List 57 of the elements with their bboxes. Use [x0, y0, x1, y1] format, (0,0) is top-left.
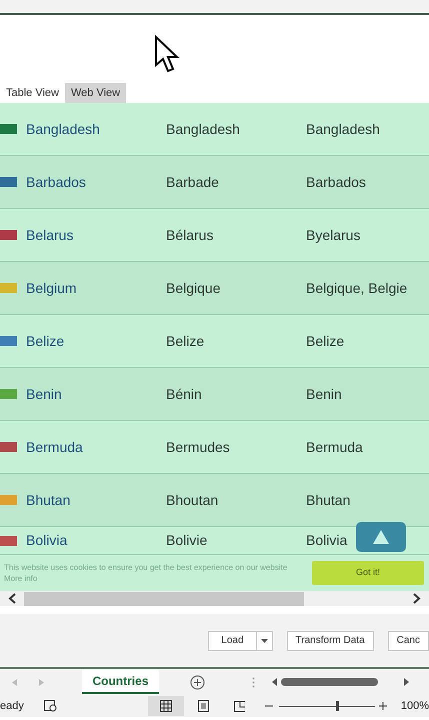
grid-icon [160, 700, 172, 712]
table-cell-text: Bolivie [166, 531, 208, 550]
dialog-button[interactable]: Transform Data [286, 630, 374, 650]
table-cell-text: Bangladesh [166, 120, 241, 139]
table-cell-text: Barbados [306, 172, 366, 192]
zoom-in-icon[interactable] [378, 702, 387, 710]
page-break-icon[interactable] [234, 700, 246, 712]
scroll-to-top-button[interactable] [356, 522, 406, 552]
more-dots-icon[interactable] [252, 676, 255, 688]
country-link[interactable]: Bolivia [26, 530, 166, 551]
scroll-right-icon[interactable] [413, 593, 421, 604]
country-link[interactable]: Benin [26, 384, 166, 404]
status-text: eady [0, 698, 24, 714]
horizontal-scrollbar-thumb[interactable] [24, 592, 304, 606]
country-link[interactable]: Belize [26, 330, 166, 352]
sheet-scrollbar-thumb[interactable] [281, 678, 378, 686]
zoom-slider-thumb[interactable] [336, 701, 339, 711]
table-cell-text: Bangladesh [306, 120, 380, 139]
country-link[interactable]: Barbados [26, 172, 166, 192]
table-cell-text: Bénin [166, 384, 203, 404]
table-cell-text: Belgique, Belgie [306, 278, 408, 298]
table-cell-text: Barbade [166, 172, 220, 192]
page-layout-icon[interactable] [198, 700, 209, 712]
hscroll-right-icon[interactable] [404, 678, 409, 686]
cursor-icon [154, 35, 180, 75]
up-triangle-icon [373, 530, 389, 544]
country-link[interactable]: Belgium [26, 278, 166, 298]
accessibility-icon[interactable] [44, 700, 57, 712]
cookie-notice: This website uses cookies to ensure you get the best experience on our website More info [4, 562, 288, 584]
table-cell-text: Belize [166, 332, 206, 350]
zoom-level[interactable]: 100% [400, 698, 429, 714]
dialog-button[interactable]: Canc [388, 630, 429, 650]
table-cell-text: Belize [306, 332, 344, 350]
load-label[interactable]: Load [209, 632, 257, 650]
dropdown-caret-icon[interactable] [260, 638, 268, 642]
table-cell-text: Bhoutan [166, 490, 220, 510]
sheet-tab[interactable]: Countries [82, 670, 159, 694]
country-link[interactable]: Belarus [26, 224, 166, 246]
scroll-left-icon[interactable] [8, 593, 16, 604]
table-cell-text: Bermudes [166, 438, 231, 456]
add-sheet-icon[interactable] [190, 674, 205, 690]
country-link[interactable]: Bangladesh [26, 118, 166, 140]
country-link[interactable]: Bhutan [26, 490, 166, 510]
load-split-button[interactable]: Load [208, 630, 273, 650]
view-tab[interactable]: Web View [65, 83, 126, 103]
table-cell-text: Bélarus [166, 226, 214, 244]
table-cell-text: Bhutan [306, 490, 350, 510]
table-cell-text: Byelarus [306, 226, 360, 245]
zoom-slider[interactable] [279, 701, 375, 711]
normal-view-button[interactable] [148, 696, 184, 716]
country-link[interactable]: Bermuda [26, 436, 166, 458]
table-cell-text: Bermuda [306, 438, 363, 456]
table-cell-text: Benin [306, 384, 342, 404]
accept-cookies-button[interactable]: Got it! [312, 561, 424, 585]
hscroll-left-icon[interactable] [272, 678, 277, 686]
table-cell-text: Bolivia [306, 531, 348, 550]
table-cell-text: Belgique [166, 278, 222, 298]
